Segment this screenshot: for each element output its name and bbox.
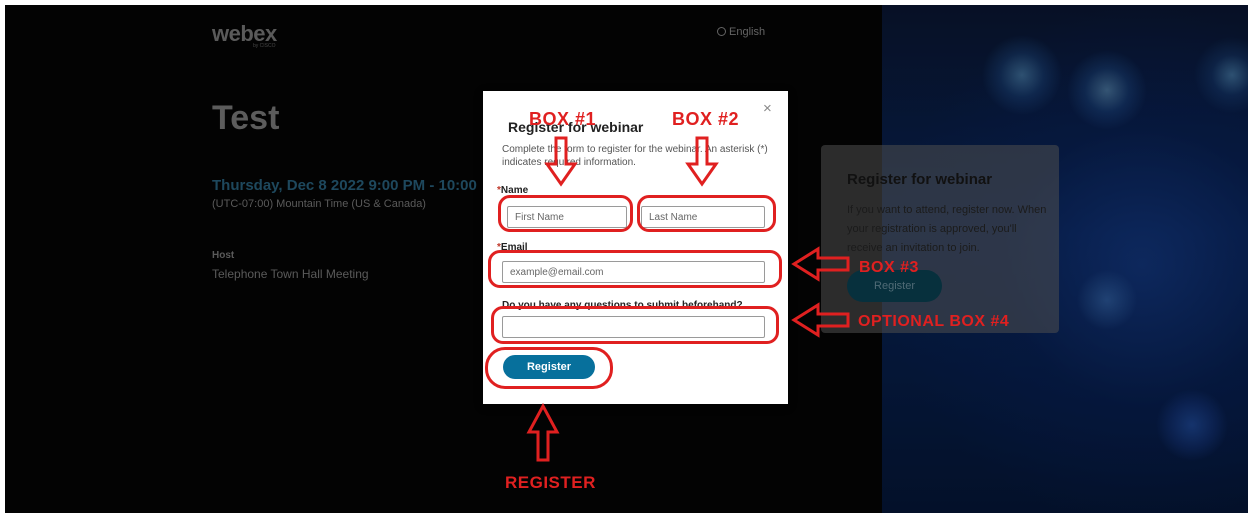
annotation-box4-label: OPTIONAL BOX #4 — [858, 313, 1010, 330]
close-icon[interactable]: × — [763, 101, 772, 116]
annotation-ring-register — [485, 347, 613, 389]
annotation-box3-label: BOX #3 — [859, 259, 919, 276]
annotation-register-label: REGISTER — [505, 473, 596, 492]
annotation-ring-box2 — [637, 195, 776, 232]
annotation-box2-label: BOX #2 — [672, 109, 740, 129]
annotation-ring-box4 — [491, 306, 779, 344]
annotation-ring-box1 — [498, 195, 633, 232]
annotation-box1-label: BOX #1 — [529, 109, 597, 129]
annotation-ring-box3 — [488, 250, 782, 288]
modal-description: Complete the form to register for the we… — [502, 144, 768, 168]
page-frame: webex by CISCO English Test Thursday, De… — [5, 5, 1248, 513]
